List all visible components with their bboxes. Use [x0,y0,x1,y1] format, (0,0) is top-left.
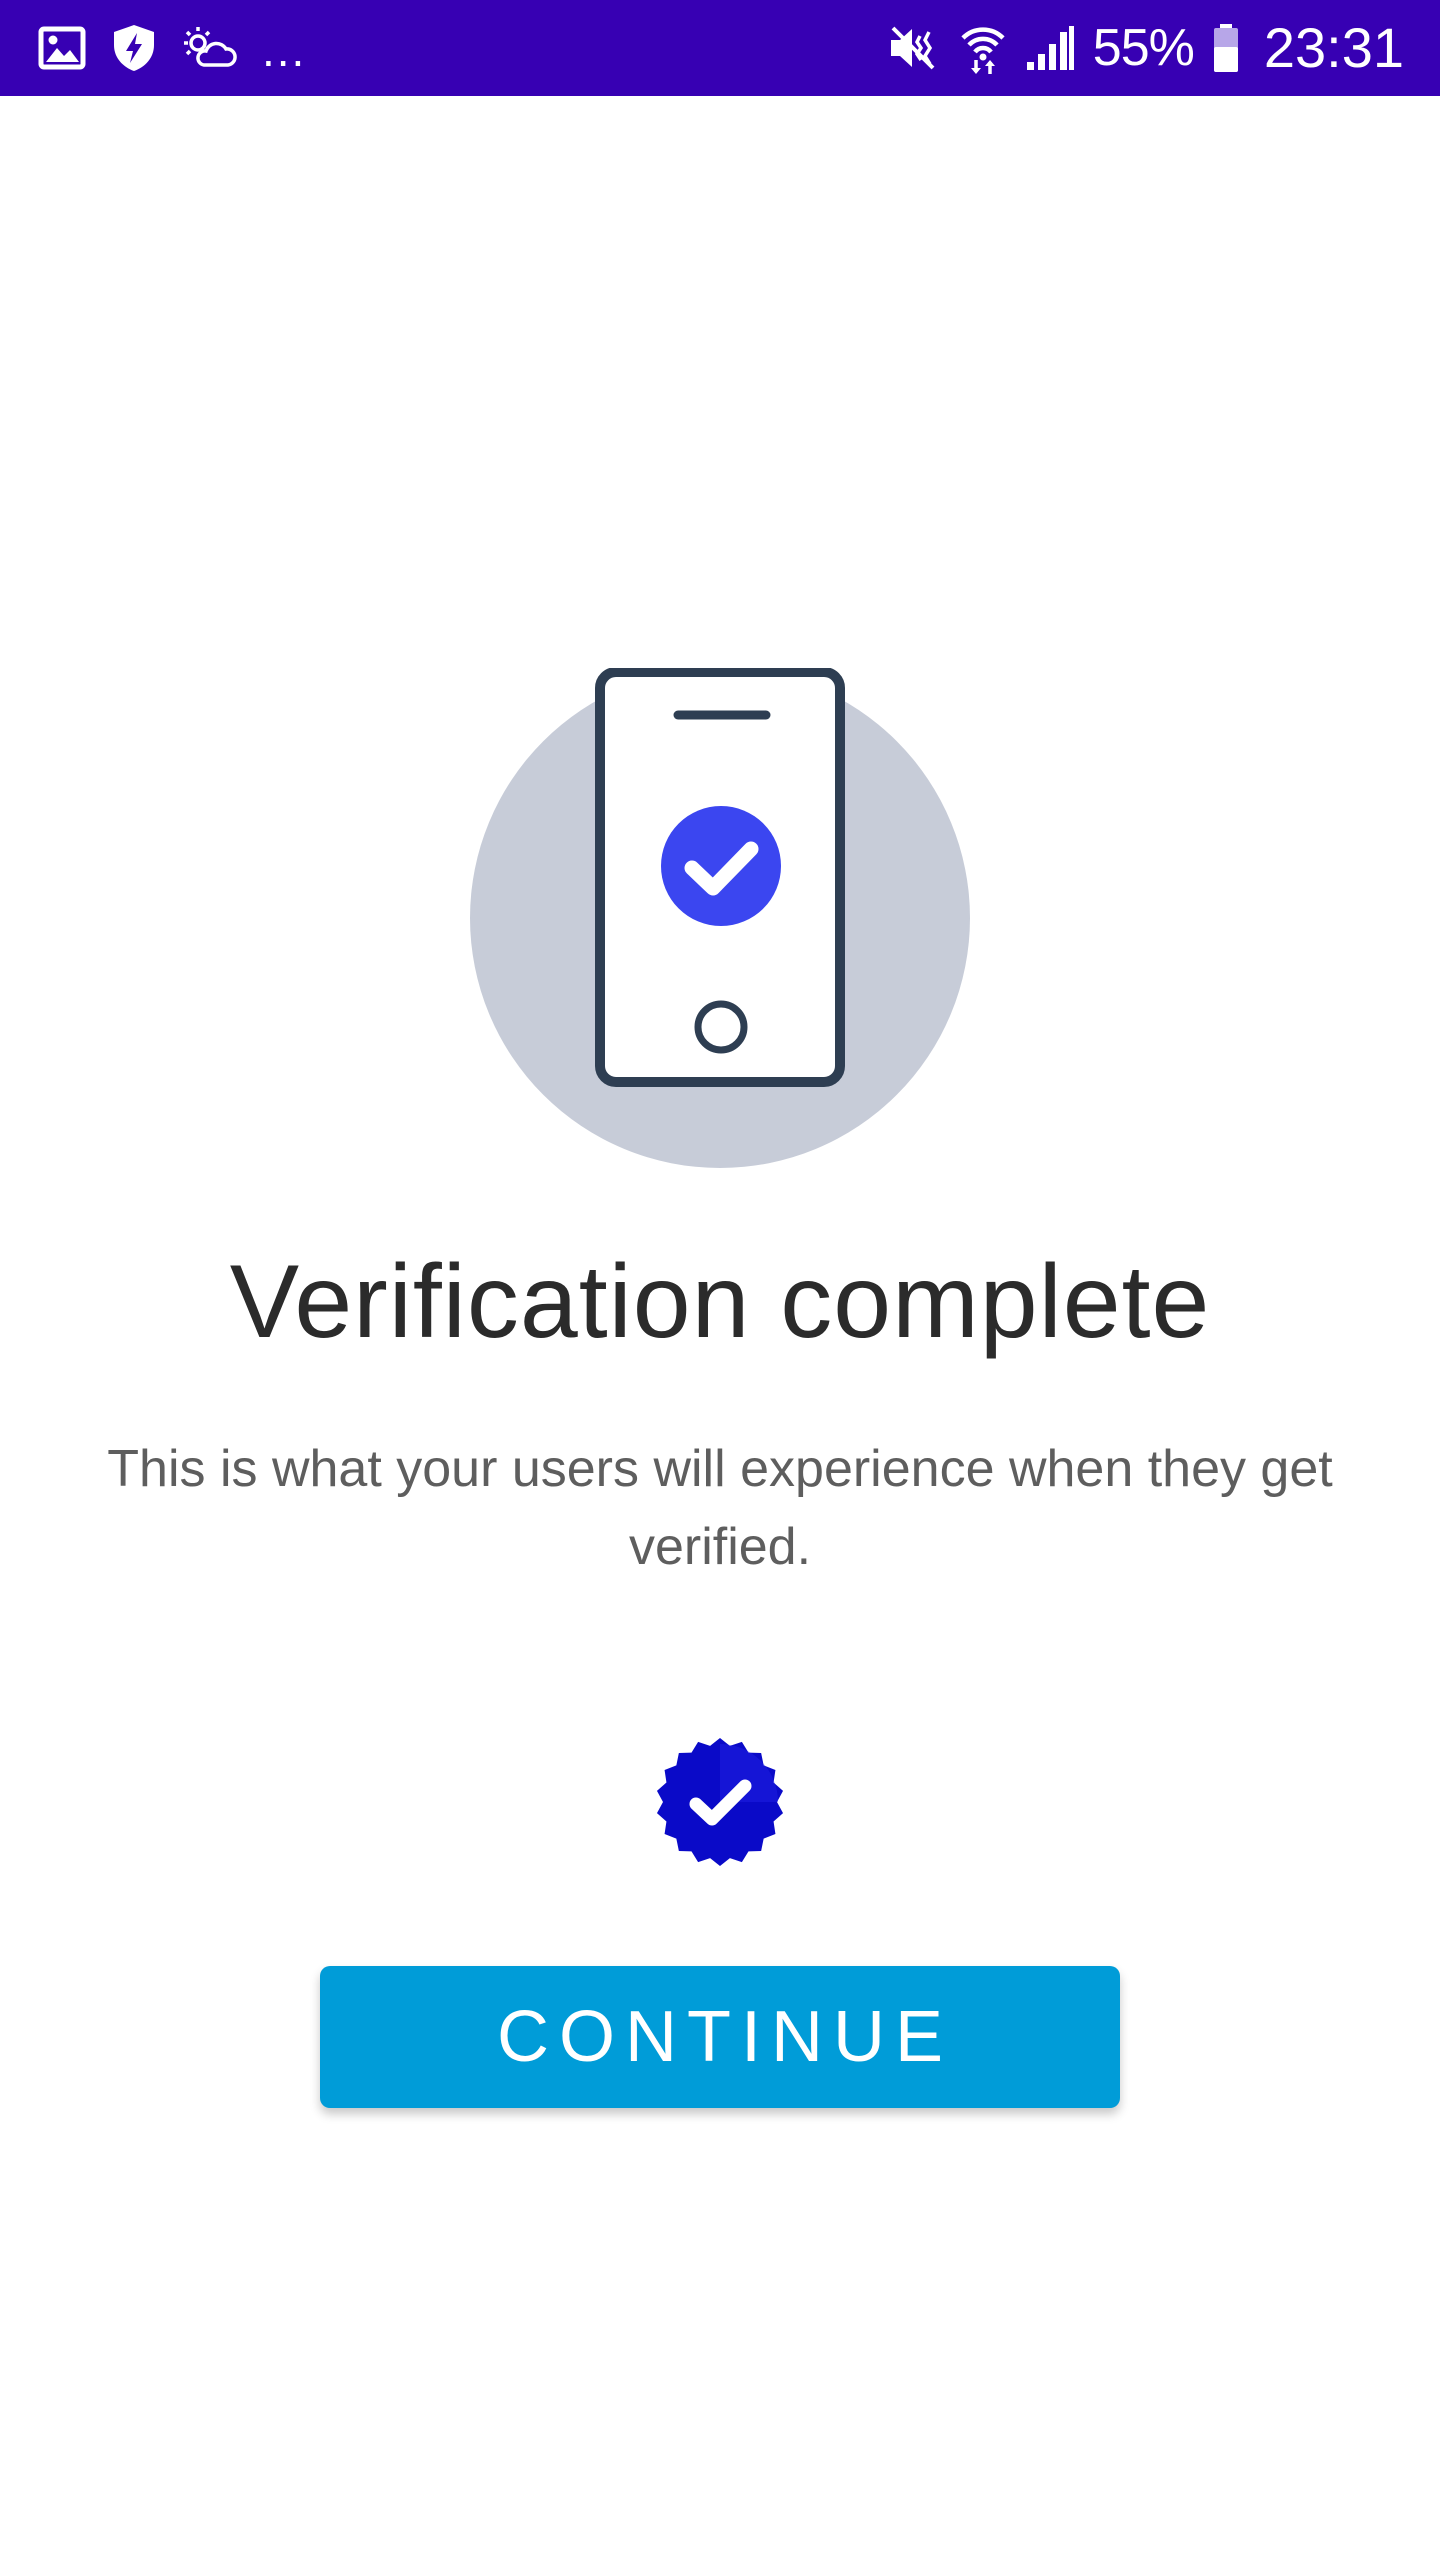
continue-button[interactable]: CONTINUE [320,1966,1120,2108]
wifi-icon [959,22,1007,74]
phone-check-illustration [470,668,970,1168]
weather-icon [182,25,238,71]
shield-bolt-icon [110,23,158,73]
page-subtitle: This is what your users will experience … [107,1440,1333,1576]
verified-badge-icon [656,1738,784,1866]
battery-percentage: 55% [1092,19,1195,77]
more-notifications: ... [262,24,307,76]
status-bar-left: ... [38,0,306,96]
status-bar: ... 55% 23:31 [0,0,1440,96]
continue-button-label: CONTINUE [497,1997,953,2077]
page-title: Verification complete [229,1244,1211,1360]
status-bar-right: 55% 23:31 [887,0,1404,96]
signal-icon [1025,24,1075,72]
phone-check-icon [470,668,970,1168]
gallery-icon [38,26,86,70]
mute-vibrate-icon [887,22,941,74]
verified-badge [654,1736,786,1868]
battery-icon [1212,23,1240,73]
clock: 23:31 [1263,16,1404,79]
